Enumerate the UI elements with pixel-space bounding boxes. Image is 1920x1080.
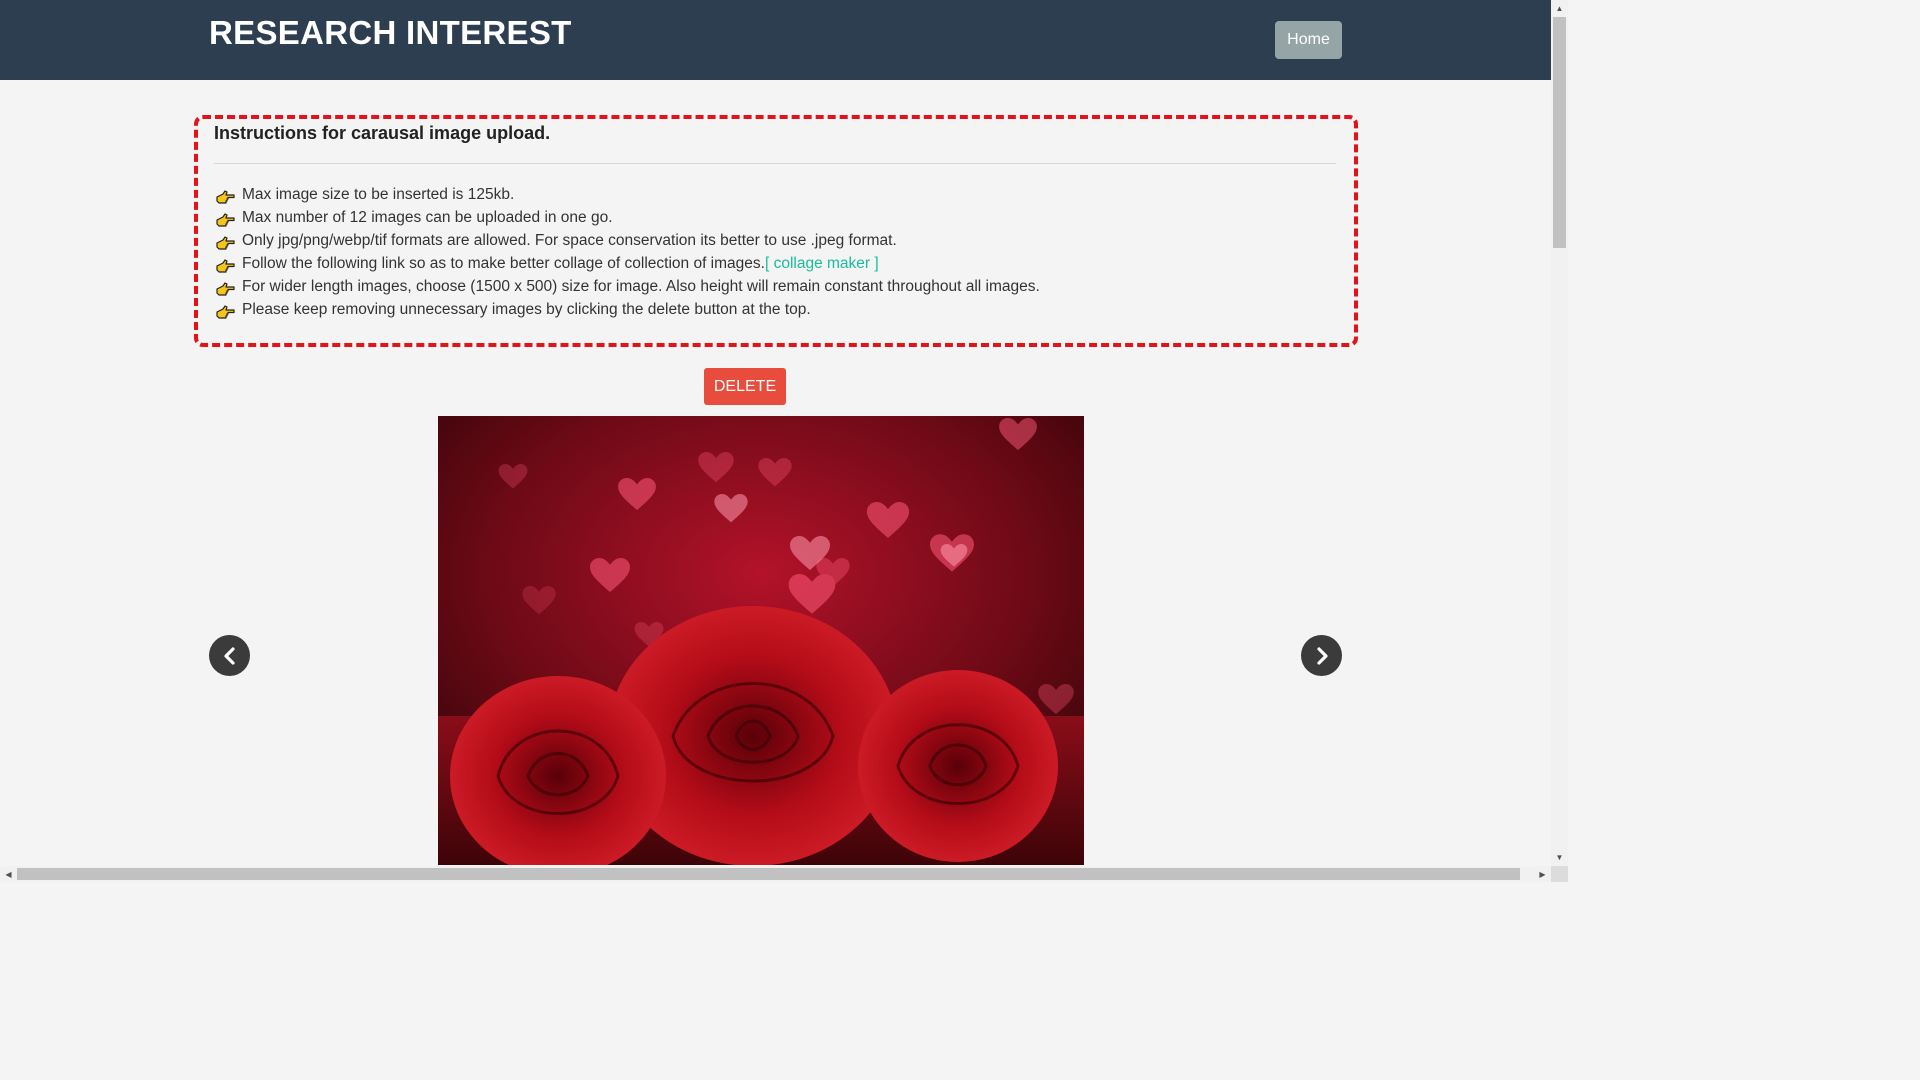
hand-pointing-right-icon (216, 258, 236, 274)
list-item: Max image size to be inserted is 125kb. (216, 183, 1040, 206)
instructions-panel: Instructions for carausal image upload. … (194, 115, 1358, 347)
scroll-up-arrow-icon[interactable]: ▲ (1551, 0, 1568, 17)
hand-pointing-right-icon (216, 281, 236, 297)
hand-pointing-right-icon (216, 304, 236, 320)
divider (214, 163, 1336, 164)
instructions-list: Max image size to be inserted is 125kb. … (216, 183, 1040, 321)
scroll-right-arrow-icon[interactable]: ▶ (1534, 866, 1551, 882)
carousel-next-button[interactable] (1301, 635, 1342, 676)
top-navbar: RESEARCH INTEREST Home (0, 0, 1551, 80)
scroll-down-arrow-icon[interactable]: ▼ (1551, 849, 1568, 866)
home-button[interactable]: Home (1275, 21, 1342, 59)
carousel-slide-image (438, 416, 1084, 865)
hand-pointing-right-icon (216, 235, 236, 251)
instruction-text: Please keep removing unnecessary images … (242, 301, 811, 318)
instruction-text: Max number of 12 images can be uploaded … (242, 209, 613, 226)
horizontal-scrollbar-thumb[interactable] (17, 868, 1520, 880)
list-item: Follow the following link so as to make … (216, 252, 1040, 275)
instruction-text: Only jpg/png/webp/tif formats are allowe… (242, 232, 897, 249)
carousel-prev-button[interactable] (209, 635, 250, 676)
list-item: Max number of 12 images can be uploaded … (216, 206, 1040, 229)
hand-pointing-right-icon (216, 189, 236, 205)
chevron-left-icon (223, 646, 235, 665)
instruction-text: Follow the following link so as to make … (242, 255, 765, 272)
scroll-left-arrow-icon[interactable]: ◀ (0, 866, 17, 882)
collage-maker-link[interactable]: [ collage maker ] (765, 252, 879, 275)
chevron-right-icon (1316, 646, 1328, 665)
list-item: Please keep removing unnecessary images … (216, 298, 1040, 321)
delete-button[interactable]: DELETE (704, 368, 786, 405)
horizontal-scrollbar[interactable]: ◀ ▶ (0, 866, 1551, 882)
list-item: For wider length images, choose (1500 x … (216, 275, 1040, 298)
site-brand[interactable]: RESEARCH INTEREST (209, 14, 572, 52)
vertical-scrollbar-thumb[interactable] (1553, 17, 1566, 248)
instructions-title: Instructions for carausal image upload. (214, 123, 551, 143)
scrollbar-corner (1551, 866, 1568, 882)
hand-pointing-right-icon (216, 212, 236, 228)
list-item: Only jpg/png/webp/tif formats are allowe… (216, 229, 1040, 252)
instruction-text: Max image size to be inserted is 125kb. (242, 186, 515, 203)
instruction-text: For wider length images, choose (1500 x … (242, 278, 1040, 295)
vertical-scrollbar[interactable]: ▲ ▼ (1551, 0, 1568, 866)
